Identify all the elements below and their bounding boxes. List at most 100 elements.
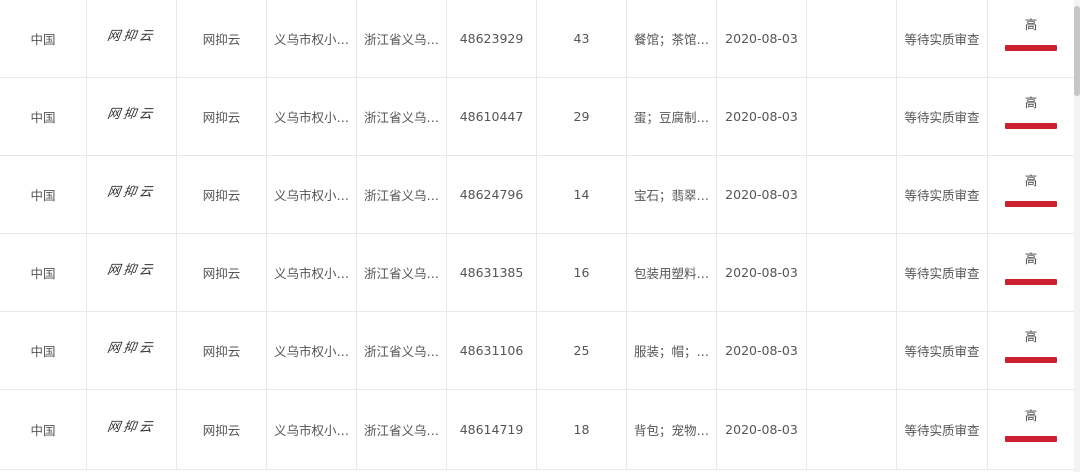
goods-cell: 餐馆；茶馆… <box>627 0 717 77</box>
table-row[interactable]: 中国 网抑云 网抑云 义乌市权小… 浙江省义乌… 48623929 43 餐馆；茶馆… 2020… <box>0 0 1074 78</box>
risk-level-cell: 高 <box>988 156 1074 233</box>
status-cell-text: 等待实质审查 <box>904 344 980 359</box>
table-row[interactable]: 中国 网抑云 网抑云 义乌市权小… 浙江省义乌… 48631385 16 包装用塑料… 2020… <box>0 234 1074 312</box>
trademark-logo: 网抑云 <box>87 390 177 469</box>
risk-level-cell: 高 <box>988 0 1074 77</box>
goods-cell-text: 包装用塑料… <box>633 266 709 281</box>
risk-level-bar <box>1005 123 1057 129</box>
address-cell: 浙江省义乌… <box>357 312 447 389</box>
goods-cell-text: 背包；宠物… <box>633 423 709 438</box>
trademark-logo: 网抑云 <box>87 312 177 389</box>
status-cell-text: 等待实质审查 <box>904 266 980 281</box>
registration-number-cell-text: 48614719 <box>459 422 524 437</box>
status-cell-text: 等待实质审查 <box>904 188 980 203</box>
trademark-logo-text: 网抑云 <box>106 185 157 200</box>
trademark-name-cell: 网抑云 <box>177 234 267 311</box>
trademark-name-cell: 网抑云 <box>177 156 267 233</box>
applicant-cell-text: 义乌市权小… <box>273 344 349 359</box>
goods-cell: 服装；帽；… <box>627 312 717 389</box>
risk-level-bar <box>1005 45 1057 51</box>
risk-level-label: 高 <box>1024 17 1038 32</box>
status-cell-text: 等待实质审查 <box>904 32 980 47</box>
class-cell: 29 <box>537 78 627 155</box>
status-cell: 等待实质审查 <box>897 390 988 469</box>
applicant-cell: 义乌市权小… <box>267 0 357 77</box>
date-cell: 2020-08-03 <box>717 0 807 77</box>
registration-number-cell: 48624796 <box>447 156 537 233</box>
trademark-logo-text: 网抑云 <box>106 341 157 356</box>
registration-number-cell-text: 48631385 <box>459 265 524 280</box>
registration-number-cell-text: 48624796 <box>459 187 524 202</box>
class-cell: 14 <box>537 156 627 233</box>
risk-level-cell: 高 <box>988 234 1074 311</box>
risk-level-label: 高 <box>1024 173 1038 188</box>
agent-cell <box>807 234 897 311</box>
date-cell-text: 2020-08-03 <box>725 265 798 280</box>
trademark-name-cell-text: 网抑云 <box>202 32 241 47</box>
status-cell: 等待实质审查 <box>897 156 988 233</box>
risk-level-bar <box>1005 279 1057 285</box>
date-cell-text: 2020-08-03 <box>725 343 798 358</box>
status-cell: 等待实质审查 <box>897 0 988 77</box>
address-cell: 浙江省义乌… <box>357 234 447 311</box>
date-cell: 2020-08-03 <box>717 78 807 155</box>
risk-level-cell: 高 <box>988 78 1074 155</box>
registration-number-cell: 48614719 <box>447 390 537 469</box>
registration-number-cell: 48610447 <box>447 78 537 155</box>
risk-level-cell: 高 <box>988 312 1074 389</box>
address-cell-text: 浙江省义乌… <box>363 32 439 47</box>
date-cell-text: 2020-08-03 <box>725 109 798 124</box>
registration-number-cell: 48631106 <box>447 312 537 389</box>
agent-cell <box>807 312 897 389</box>
country-cell: 中国 <box>0 312 87 389</box>
address-cell-text: 浙江省义乌… <box>363 266 439 281</box>
applicant-cell-text: 义乌市权小… <box>273 266 349 281</box>
class-cell-text: 18 <box>573 422 590 437</box>
agent-cell <box>807 390 897 469</box>
risk-level-bar <box>1005 357 1057 363</box>
table-row[interactable]: 中国 网抑云 网抑云 义乌市权小… 浙江省义乌… 48624796 14 宝石；翡翠… 2020… <box>0 156 1074 234</box>
status-cell: 等待实质审查 <box>897 234 988 311</box>
class-cell: 25 <box>537 312 627 389</box>
status-cell: 等待实质审查 <box>897 312 988 389</box>
trademark-logo: 网抑云 <box>87 78 177 155</box>
address-cell: 浙江省义乌… <box>357 0 447 77</box>
trademark-logo: 网抑云 <box>87 234 177 311</box>
trademark-name-cell-text: 网抑云 <box>202 344 241 359</box>
risk-level-label: 高 <box>1024 408 1038 423</box>
registration-number-cell-text: 48631106 <box>459 343 524 358</box>
date-cell-text: 2020-08-03 <box>725 422 798 437</box>
address-cell: 浙江省义乌… <box>357 156 447 233</box>
trademark-name-cell-text: 网抑云 <box>202 110 241 125</box>
registration-number-cell-text: 48610447 <box>459 109 524 124</box>
scrollbar-thumb[interactable] <box>1074 6 1080 96</box>
agent-cell <box>807 156 897 233</box>
class-cell-text: 43 <box>573 31 590 46</box>
address-cell: 浙江省义乌… <box>357 78 447 155</box>
date-cell: 2020-08-03 <box>717 312 807 389</box>
date-cell: 2020-08-03 <box>717 156 807 233</box>
goods-cell-text: 蛋；豆腐制… <box>633 110 709 125</box>
agent-cell <box>807 0 897 77</box>
trademark-table: 中国 网抑云 网抑云 义乌市权小… 浙江省义乌… 48623929 43 餐馆；茶馆… 2020… <box>0 0 1074 470</box>
agent-cell <box>807 78 897 155</box>
address-cell-text: 浙江省义乌… <box>363 110 439 125</box>
goods-cell-text: 餐馆；茶馆… <box>633 32 709 47</box>
trademark-logo-text: 网抑云 <box>106 420 157 435</box>
country-cell-text: 中国 <box>30 423 56 438</box>
vertical-scrollbar[interactable] <box>1074 0 1080 472</box>
risk-level-bar <box>1005 436 1057 442</box>
status-cell-text: 等待实质审查 <box>904 110 980 125</box>
table-row[interactable]: 中国 网抑云 网抑云 义乌市权小… 浙江省义乌… 48631106 25 服装；帽；… 2020… <box>0 312 1074 390</box>
applicant-cell: 义乌市权小… <box>267 390 357 469</box>
class-cell: 16 <box>537 234 627 311</box>
address-cell-text: 浙江省义乌… <box>363 344 439 359</box>
applicant-cell-text: 义乌市权小… <box>273 423 349 438</box>
class-cell: 43 <box>537 0 627 77</box>
table-row[interactable]: 中国 网抑云 网抑云 义乌市权小… 浙江省义乌… 48610447 29 蛋；豆腐制… 2020… <box>0 78 1074 156</box>
table-row[interactable]: 中国 网抑云 网抑云 义乌市权小… 浙江省义乌… 48614719 18 背包；宠物… 2020… <box>0 390 1074 470</box>
goods-cell-text: 服装；帽；… <box>633 344 709 359</box>
applicant-cell-text: 义乌市权小… <box>273 32 349 47</box>
risk-level-label: 高 <box>1024 95 1038 110</box>
country-cell-text: 中国 <box>30 32 56 47</box>
